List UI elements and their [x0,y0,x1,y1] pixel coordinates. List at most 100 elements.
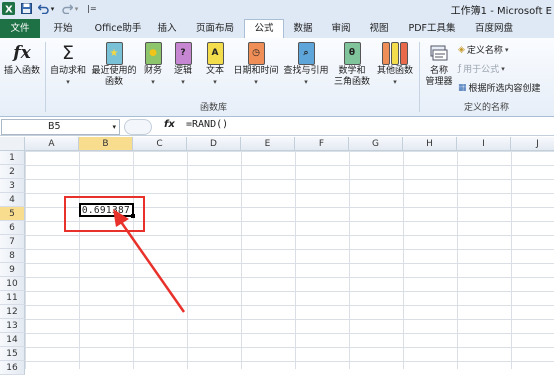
chevron-down-icon: ▾ [181,78,185,86]
undo-dropdown-icon[interactable]: ▾ [49,2,56,15]
name-manager-label-2: 管理器 [425,77,453,87]
text-label: 文本 [205,66,224,76]
name-box[interactable]: B5 ▾ [1,119,120,135]
row-header-2[interactable]: 2 [0,165,25,179]
select-all-corner[interactable] [0,137,25,151]
tab-baidu-netdisk[interactable]: 百度网盘 [470,20,518,38]
redo-icon[interactable] [61,2,73,15]
recent-book-icon: ★ [103,41,125,65]
ribbon-separator [45,42,46,112]
column-header-c[interactable]: C [133,137,187,151]
chevron-down-icon: ▾ [501,64,505,73]
save-icon[interactable] [20,2,32,15]
name-manager-label-1: 名称 [429,66,448,76]
row-header-11[interactable]: 11 [0,291,25,305]
row-header-3[interactable]: 3 [0,179,25,193]
row-header-10[interactable]: 10 [0,277,25,291]
use-in-formula-icon: ƒ [458,63,462,74]
row-header-12[interactable]: 12 [0,305,25,319]
chevron-down-icon: ▾ [213,78,217,86]
more-functions-label: 其他函数 [376,66,413,76]
math-book-icon: θ [341,41,363,65]
row-header-7[interactable]: 7 [0,235,25,249]
column-header-j[interactable]: J [511,137,554,151]
financial-label: 财务 [143,66,162,76]
name-box-value: B5 [48,121,61,132]
column-header-i[interactable]: I [457,137,511,151]
create-from-selection-icon: ▦ [458,82,467,93]
define-name-icon: ◈ [458,44,465,55]
chevron-down-icon[interactable]: ▾ [112,120,116,134]
redo-dropdown-icon[interactable]: ▾ [73,2,80,15]
tab-page-layout[interactable]: 页面布局 [190,20,240,38]
tab-view[interactable]: 视图 [364,20,394,38]
name-manager-button[interactable]: 名称 管理器 [421,42,457,88]
formula-bar-splitter[interactable] [124,119,152,135]
tab-data[interactable]: 数据 [288,20,318,38]
financial-button[interactable]: ● 财务 ▾ [140,41,166,88]
column-header-b[interactable]: B [79,137,133,151]
row-header-5[interactable]: 5 [0,207,25,221]
row-header-9[interactable]: 9 [0,263,25,277]
tab-home[interactable]: 开始 [46,20,80,38]
define-name-button[interactable]: ◈ 定义名称 ▾ [458,43,509,57]
customize-icon[interactable]: |= [86,2,98,15]
recent-functions-button[interactable]: ★ 最近使用的 函数 [90,41,138,88]
create-from-selection-button[interactable]: ▦ 根据所选内容创建 [458,81,541,95]
tab-office-assistant[interactable]: Office助手 [88,20,148,38]
row-header-1[interactable]: 1 [0,151,25,165]
lookup-book-icon: ⌕ [295,41,317,65]
logical-label: 逻辑 [173,66,192,76]
chevron-down-icon: ▾ [304,78,308,86]
row-header-13[interactable]: 13 [0,319,25,333]
logical-button[interactable]: ? 逻辑 ▾ [170,41,196,88]
row-header-15[interactable]: 15 [0,347,25,361]
insert-function-button[interactable]: fx 插入函数 [2,42,42,77]
financial-book-icon: ● [142,41,164,65]
undo-icon[interactable] [37,2,49,15]
column-header-e[interactable]: E [241,137,295,151]
math-trig-label-1: 数学和 [338,66,366,76]
lookup-reference-label: 查找与引用 [283,66,329,76]
chevron-down-icon: ▾ [151,78,155,86]
recent-functions-label-1: 最近使用的 [91,66,137,76]
tab-file[interactable]: 文件 [0,19,40,38]
text-button[interactable]: A 文本 ▾ [202,41,228,88]
tab-review[interactable]: 审阅 [326,20,356,38]
row-header-16[interactable]: 16 [0,361,25,375]
autosum-button[interactable]: Σ 自动求和 ▾ [48,42,88,88]
text-book-icon: A [204,41,226,65]
formula-input[interactable]: =RAND() [186,119,228,130]
group-label-function-library: 函数库 [200,103,228,113]
more-functions-button[interactable]: 其他函数 ▾ [375,41,415,88]
row-header-4[interactable]: 4 [0,193,25,207]
worksheet-grid[interactable]: ABCDEFGHIJ 1 2 3 4 5 6 7 8 9 10 11 12 13 14 15 16 0.691… [0,137,554,375]
tab-pdf-tools[interactable]: PDF工具集 [402,20,462,38]
grid-lines [25,151,554,369]
column-header-f[interactable]: F [295,137,349,151]
name-manager-icon [428,42,450,64]
math-trig-button[interactable]: θ 数学和 三角函数 [333,41,371,88]
chevron-down-icon: ▾ [504,45,509,54]
tab-insert[interactable]: 插入 [152,20,182,38]
column-header-g[interactable]: G [349,137,403,151]
recent-functions-label-2: 函数 [104,77,123,87]
tab-formulas[interactable]: 公式 [244,19,284,39]
math-trig-label-2: 三角函数 [333,77,370,87]
ribbon-formulas: fx 插入函数 Σ 自动求和 ▾ ★ 最近使用的 函数 ● 财务 ▾ ? 逻辑 … [0,38,554,117]
row-header-6[interactable]: 6 [0,221,25,235]
row-header-14[interactable]: 14 [0,333,25,347]
title-bar: X ▾ ▾ |= 工作簿1 - Microsoft E [0,0,554,17]
window-title: 工作簿1 - Microsoft E [450,6,552,17]
date-time-button[interactable]: ◷ 日期和时间 ▾ [232,41,280,88]
chevron-down-icon: ▾ [254,78,258,86]
chevron-down-icon: ▾ [66,78,70,86]
column-header-d[interactable]: D [187,137,241,151]
insert-function-fx-icon[interactable]: fx [164,119,175,130]
column-header-a[interactable]: A [25,137,79,151]
use-in-formula-button[interactable]: ƒ 用于公式 ▾ [458,62,505,76]
column-header-h[interactable]: H [403,137,457,151]
lookup-reference-button[interactable]: ⌕ 查找与引用 ▾ [282,41,330,88]
ribbon-separator [419,42,420,112]
row-header-8[interactable]: 8 [0,249,25,263]
